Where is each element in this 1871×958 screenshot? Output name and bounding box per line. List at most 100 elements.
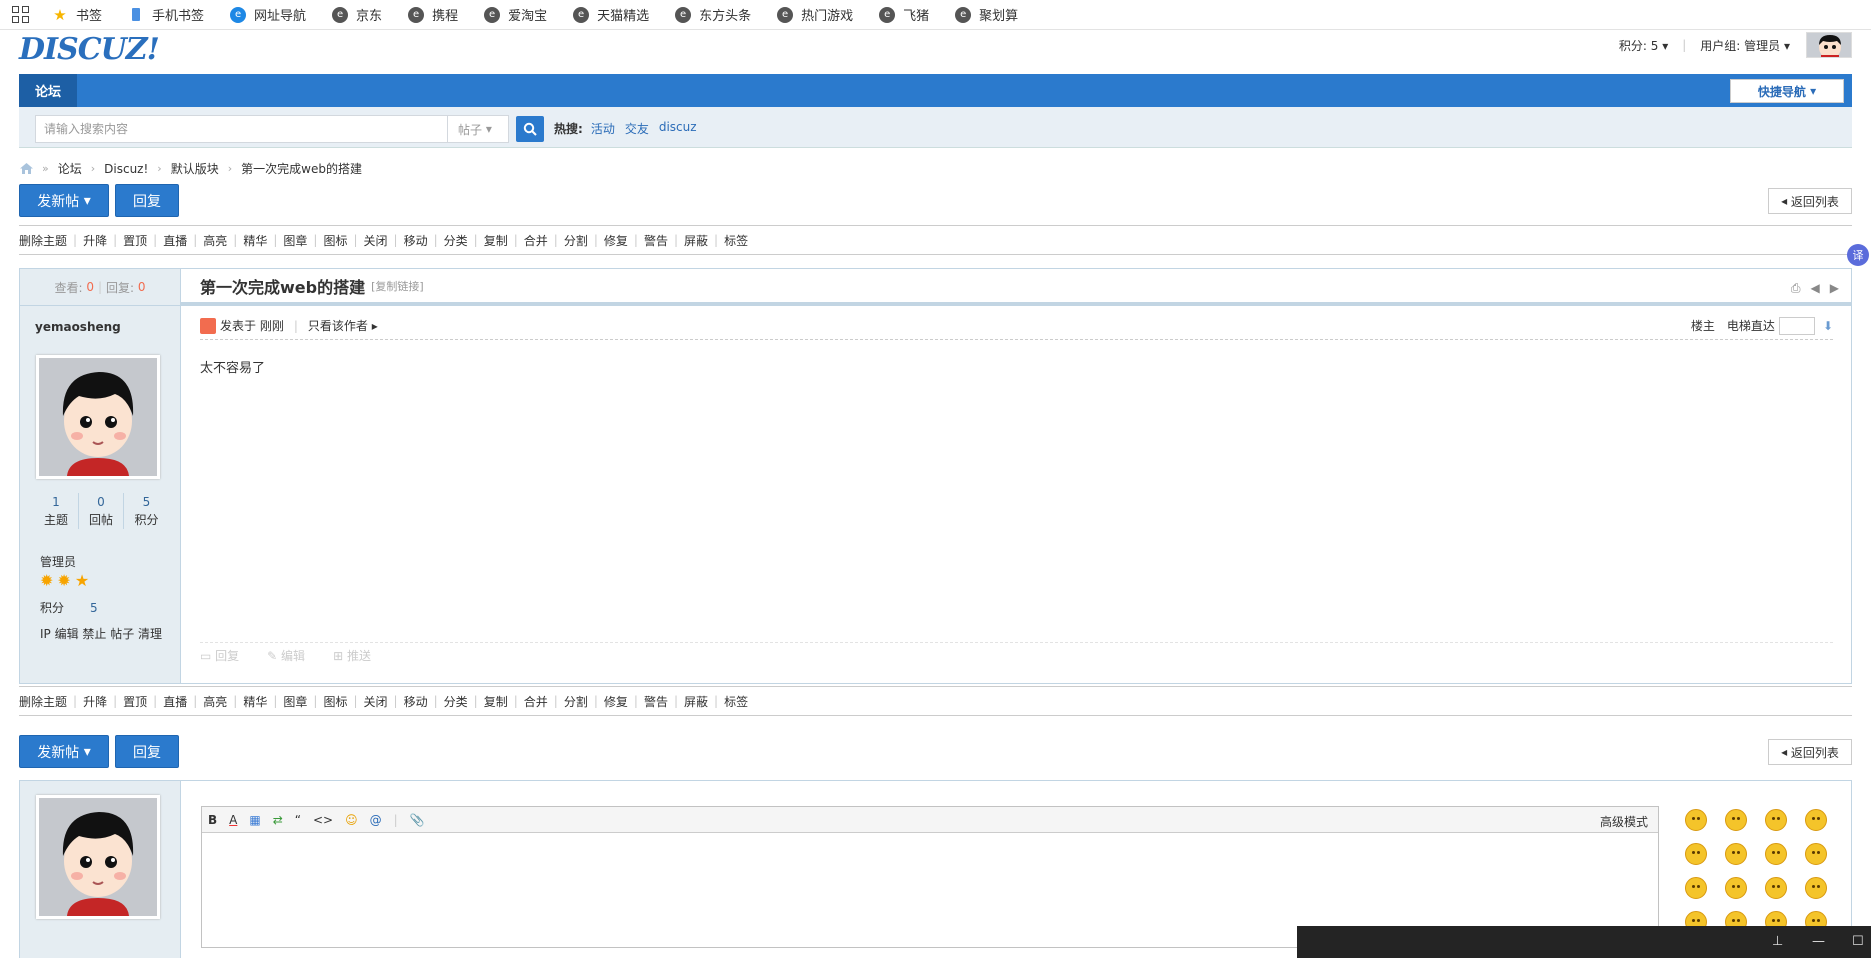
site-logo[interactable]: DISCUZ!: [19, 32, 160, 67]
mod-action-link[interactable]: 图章: [283, 232, 307, 249]
advanced-mode-link[interactable]: 高级模式: [1600, 813, 1648, 830]
bookmark-item[interactable]: ★ 书签: [52, 5, 102, 25]
prev-thread-icon[interactable]: ◀: [1811, 281, 1820, 296]
code-icon[interactable]: <>: [313, 813, 333, 827]
breadcrumb-link[interactable]: Discuz!: [104, 162, 148, 176]
points-menu[interactable]: 积分: 5 ▾: [1619, 37, 1668, 54]
mod-action-link[interactable]: 置顶: [123, 693, 147, 710]
breadcrumb-current[interactable]: 第一次完成web的搭建: [241, 160, 362, 177]
mod-action-link[interactable]: 屏蔽: [684, 232, 708, 249]
bookmark-item[interactable]: e 天猫精选: [573, 5, 649, 24]
bookmark-item[interactable]: 手机书签: [128, 5, 204, 24]
smiley-icon[interactable]: [1805, 809, 1827, 831]
image-icon[interactable]: ▦: [249, 813, 260, 827]
apps-grid-icon[interactable]: [12, 5, 30, 24]
mod-action-link[interactable]: 标签: [724, 693, 748, 710]
reply-button[interactable]: 回复: [115, 184, 179, 217]
search-type-select[interactable]: 帖子 ▾: [447, 115, 509, 143]
attachment-icon[interactable]: 📎: [410, 813, 425, 827]
mod-action-link[interactable]: 移动: [404, 232, 428, 249]
mod-action-link[interactable]: 合并: [524, 232, 548, 249]
mod-action-link[interactable]: 删除主题: [19, 232, 67, 249]
mod-action-link[interactable]: 警告: [644, 232, 668, 249]
author-group[interactable]: 管理员: [40, 553, 76, 570]
author-name[interactable]: yemaosheng: [20, 306, 180, 348]
mod-action-link[interactable]: 修复: [604, 232, 628, 249]
edit-post-link[interactable]: ✎ 编辑: [267, 647, 319, 664]
smiley-icon[interactable]: [1805, 877, 1827, 899]
mod-action-link[interactable]: 图标: [323, 232, 347, 249]
mod-action-link[interactable]: 复制: [484, 693, 508, 710]
search-input[interactable]: [35, 115, 447, 143]
new-thread-button[interactable]: 发新帖 ▾: [19, 735, 109, 768]
hot-search-link[interactable]: 活动: [591, 120, 615, 137]
mod-action-link[interactable]: 升降: [83, 232, 107, 249]
bookmark-item[interactable]: e 网址导航: [230, 5, 306, 24]
copy-link[interactable]: [复制链接]: [371, 278, 424, 294]
smiley-icon[interactable]: [1805, 843, 1827, 865]
mod-action-link[interactable]: 合并: [524, 693, 548, 710]
smiley-icon[interactable]: [1685, 843, 1707, 865]
bookmark-item[interactable]: e 聚划算: [955, 5, 1018, 24]
translate-button[interactable]: 译: [1847, 244, 1869, 266]
mod-action-link[interactable]: 置顶: [123, 232, 147, 249]
maximize-icon[interactable]: ☐: [1852, 934, 1864, 949]
mod-action-link[interactable]: 关闭: [364, 693, 388, 710]
link-icon[interactable]: ⇄: [273, 813, 283, 827]
home-icon[interactable]: [20, 163, 33, 174]
avatar[interactable]: [1806, 32, 1852, 58]
bookmark-item[interactable]: e 飞猪: [879, 5, 929, 24]
only-author-link[interactable]: 只看该作者 ▸: [308, 317, 378, 334]
admin-links[interactable]: IP 编辑 禁止 帖子 清理: [40, 625, 162, 642]
mod-action-link[interactable]: 图标: [323, 693, 347, 710]
reply-post-link[interactable]: ▭ 回复: [200, 647, 253, 664]
mod-action-link[interactable]: 高亮: [203, 693, 227, 710]
elevator-input[interactable]: [1778, 316, 1815, 335]
current-user-avatar[interactable]: [36, 795, 160, 919]
smiley-icon[interactable]: [1685, 809, 1707, 831]
breadcrumb-link[interactable]: 默认版块: [171, 160, 219, 177]
print-icon[interactable]: ⎙: [1791, 281, 1801, 296]
smiley-icon[interactable]: ☺: [345, 813, 358, 827]
mod-action-link[interactable]: 关闭: [364, 232, 388, 249]
mod-action-link[interactable]: 删除主题: [19, 693, 67, 710]
hot-search-link[interactable]: 交友: [625, 120, 649, 137]
hot-search-link[interactable]: discuz: [659, 120, 697, 137]
smiley-icon[interactable]: [1765, 877, 1787, 899]
mod-action-link[interactable]: 升降: [83, 693, 107, 710]
bookmark-item[interactable]: e 携程: [408, 5, 458, 24]
smiley-icon[interactable]: [1725, 877, 1747, 899]
mod-action-link[interactable]: 修复: [604, 693, 628, 710]
bold-icon[interactable]: B: [208, 813, 217, 827]
go-down-icon[interactable]: ⬇: [1823, 319, 1833, 333]
mod-action-link[interactable]: 分类: [444, 232, 468, 249]
reply-button[interactable]: 回复: [115, 735, 179, 768]
bookmark-item[interactable]: e 东方头条: [675, 5, 751, 24]
bookmark-item[interactable]: e 京东: [332, 5, 382, 24]
mod-action-link[interactable]: 分类: [444, 693, 468, 710]
bookmark-item[interactable]: e 热门游戏: [777, 5, 853, 24]
mod-action-link[interactable]: 直播: [163, 232, 187, 249]
breadcrumb-link[interactable]: 论坛: [58, 160, 82, 177]
smiley-icon[interactable]: [1725, 843, 1747, 865]
mod-action-link[interactable]: 移动: [404, 693, 428, 710]
mod-action-link[interactable]: 精华: [243, 232, 267, 249]
bookmark-item[interactable]: e 爱淘宝: [484, 5, 547, 24]
usergroup-menu[interactable]: 用户组: 管理员 ▾: [1700, 37, 1790, 54]
smiley-icon[interactable]: [1765, 809, 1787, 831]
pin-icon[interactable]: ⊥: [1772, 934, 1783, 949]
back-to-list-button[interactable]: ◂ 返回列表: [1768, 739, 1852, 765]
quote-icon[interactable]: “: [295, 813, 301, 827]
author-stat[interactable]: 5 积分: [124, 493, 169, 529]
smiley-icon[interactable]: [1685, 877, 1707, 899]
mod-action-link[interactable]: 标签: [724, 232, 748, 249]
minimize-icon[interactable]: —: [1812, 934, 1825, 949]
back-to-list-button[interactable]: ◂ 返回列表: [1768, 188, 1852, 214]
mod-action-link[interactable]: 警告: [644, 693, 668, 710]
font-color-icon[interactable]: A: [229, 813, 237, 827]
new-thread-button[interactable]: 发新帖 ▾: [19, 184, 109, 217]
mod-action-link[interactable]: 复制: [484, 232, 508, 249]
mod-action-link[interactable]: 分割: [564, 693, 588, 710]
mod-action-link[interactable]: 分割: [564, 232, 588, 249]
next-thread-icon[interactable]: ▶: [1830, 281, 1839, 296]
